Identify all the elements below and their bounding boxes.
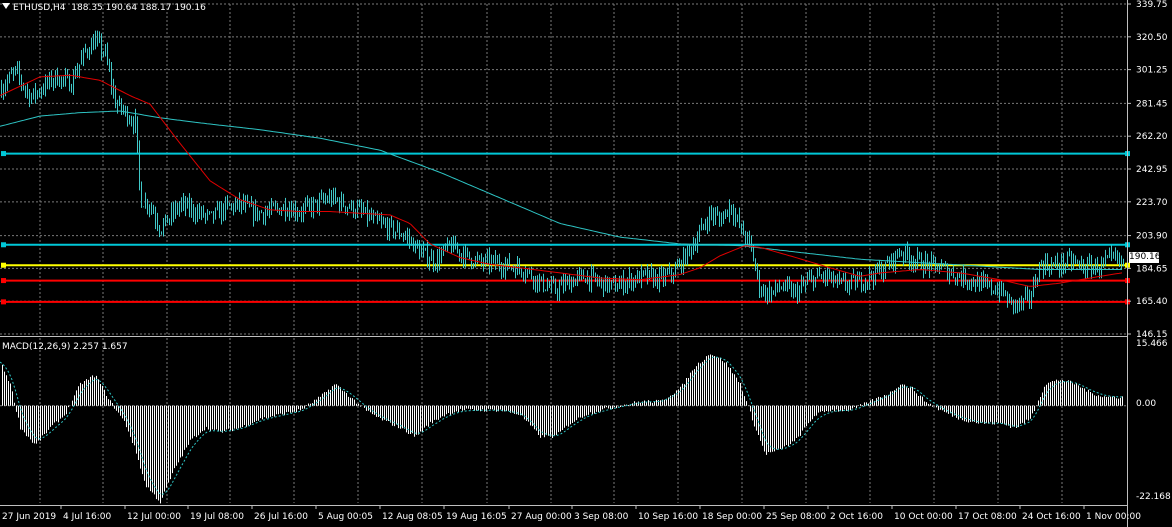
time-tick-label: 18 Sep 00:00 bbox=[702, 512, 762, 522]
time-tick-label: 4 Jul 16:00 bbox=[63, 512, 112, 522]
price-tick-label: 165.40 bbox=[1136, 297, 1168, 307]
level-handle bbox=[1, 299, 6, 305]
time-tick-label: 12 Aug 08:05 bbox=[382, 512, 443, 522]
symbol-timeframe: ETHUSD,H4 bbox=[13, 3, 66, 13]
time-tick-label: 10 Sep 16:00 bbox=[638, 512, 698, 522]
time-tick-label: 17 Oct 08:00 bbox=[958, 512, 1017, 522]
chart-header: ETHUSD,H4 188.35 190.64 188.17 190.16 bbox=[2, 2, 206, 14]
ohlc-values: 188.35 190.64 188.17 190.16 bbox=[71, 3, 206, 13]
trading-chart[interactable]: 339.75 320.50 301.25 281.45 262.20 242.95 223.… bbox=[0, 0, 1172, 527]
price-tick-label: 320.50 bbox=[1136, 33, 1168, 43]
level-handle bbox=[1, 242, 6, 248]
level-handle bbox=[1, 151, 6, 157]
time-tick-label: 5 Aug 00:05 bbox=[318, 512, 373, 522]
time-tick-label: 19 Jul 08:00 bbox=[190, 512, 244, 522]
time-tick-label: 25 Sep 08:00 bbox=[766, 512, 826, 522]
time-tick-label: 10 Oct 00:00 bbox=[894, 512, 953, 522]
time-tick-label: 3 Sep 08:00 bbox=[574, 512, 629, 522]
price-tick-label: 242.95 bbox=[1136, 165, 1168, 175]
time-tick-label: 26 Jul 16:00 bbox=[254, 512, 308, 522]
time-tick-label: 2 Oct 16:00 bbox=[830, 512, 883, 522]
price-tick-label: 184.65 bbox=[1136, 264, 1168, 274]
chart-background bbox=[0, 0, 1172, 527]
price-tick-label: 203.90 bbox=[1136, 232, 1168, 242]
time-tick-label: 19 Aug 16:05 bbox=[446, 512, 507, 522]
current-price-label: 190.16 bbox=[1129, 252, 1161, 263]
price-tick-label: 223.70 bbox=[1136, 198, 1168, 208]
level-handle bbox=[1, 262, 6, 268]
time-tick-label: 24 Oct 16:00 bbox=[1022, 512, 1081, 522]
price-tick-label: 339.75 bbox=[1136, 0, 1168, 10]
macd-tick-label: 0.00 bbox=[1136, 399, 1156, 409]
macd-tick-label: 15.466 bbox=[1136, 339, 1168, 349]
price-tick-label: 281.45 bbox=[1136, 99, 1168, 109]
price-tick-label: 262.20 bbox=[1136, 132, 1168, 142]
time-tick-label: 27 Jun 2019 bbox=[2, 512, 56, 522]
time-tick-label: 12 Jul 00:00 bbox=[127, 512, 181, 522]
macd-label: MACD(12,26,9) 2.257 1.657 bbox=[2, 342, 128, 352]
macd-tick-label: -22.168 bbox=[1136, 492, 1171, 502]
time-tick-label: 27 Aug 00:00 bbox=[511, 512, 572, 522]
level-handle bbox=[1, 278, 6, 284]
time-tick-label: 1 Nov 00:00 bbox=[1086, 512, 1141, 522]
dropdown-triangle-icon[interactable] bbox=[2, 3, 10, 9]
price-tick-label: 301.25 bbox=[1136, 66, 1168, 76]
